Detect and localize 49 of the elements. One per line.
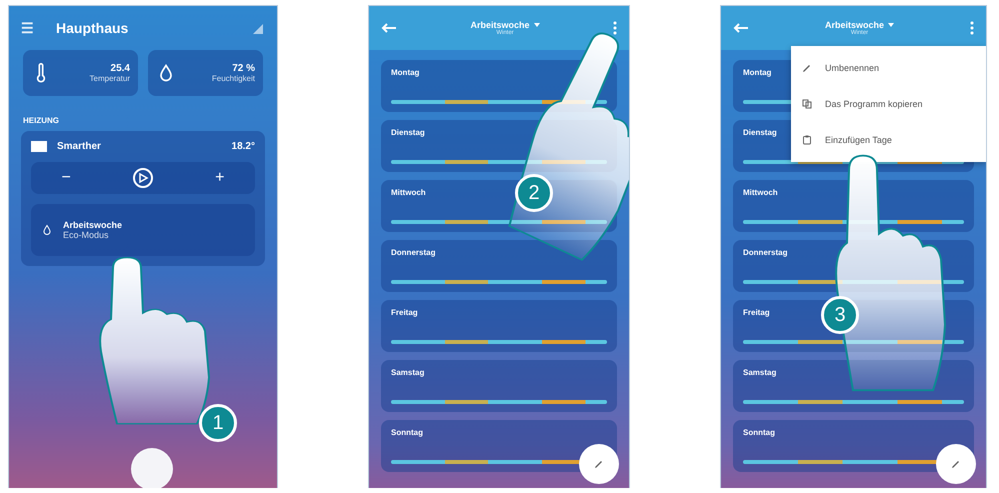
day-name: Mittwoch [391, 188, 426, 197]
program-card[interactable]: Arbeitswoche Eco-Modus [31, 204, 255, 256]
more-options-icon[interactable] [613, 21, 617, 35]
day-name: Montag [743, 68, 772, 77]
pencil-icon [593, 458, 605, 470]
day-name: Donnerstag [391, 248, 436, 257]
program-name: Arbeitswoche [63, 220, 122, 230]
copy-icon [801, 98, 813, 110]
dropdown-caret-icon[interactable] [534, 23, 540, 27]
sensor-label: Temperatur [90, 74, 130, 83]
day-name: Freitag [743, 308, 770, 317]
day-name: Montag [391, 68, 420, 77]
thermostat-icon [31, 141, 47, 152]
day-name: Donnerstag [743, 248, 788, 257]
dropdown-caret-icon[interactable] [888, 23, 894, 27]
home-title: Haupthaus [56, 20, 128, 36]
increase-button[interactable]: + [215, 169, 224, 187]
droplet-icon [41, 222, 53, 238]
step-number-badge: 1 [199, 404, 237, 442]
menu-item[interactable]: Das Programm kopieren [791, 86, 986, 122]
program-status: Eco-Modus [63, 230, 110, 240]
step-number-badge: 3 [821, 296, 859, 334]
pencil-icon [801, 62, 813, 74]
menu-item[interactable]: Umbenennen [791, 50, 986, 86]
more-options-icon[interactable] [970, 21, 974, 35]
day-name: Dienstag [391, 128, 425, 137]
day-name: Samstag [391, 368, 424, 377]
clipboard-icon [801, 134, 813, 146]
back-arrow-icon[interactable] [381, 23, 397, 33]
pencil-icon [950, 458, 962, 470]
day-name: Dienstag [743, 128, 777, 137]
sensor-value: 72 % [231, 63, 255, 74]
day-name: Freitag [391, 308, 418, 317]
floating-button[interactable] [131, 448, 173, 488]
day-name: Sonntag [743, 428, 775, 437]
menu-item[interactable]: Einzufügen Tage [791, 122, 986, 158]
edit-button[interactable] [579, 444, 619, 484]
edit-button[interactable] [936, 444, 976, 484]
section-heading: HEIZUNG [22, 115, 60, 127]
day-name: Samstag [743, 368, 776, 377]
sensor-value: 25.4 [110, 63, 130, 74]
day-name: Mittwoch [743, 188, 778, 197]
mode-icon[interactable] [132, 167, 154, 189]
thermostat-name: Smarther [57, 141, 101, 152]
decrease-button[interactable]: − [62, 169, 71, 187]
day-name: Sonntag [391, 428, 423, 437]
temperature-reading: 18.2° [232, 141, 255, 152]
sensor-label: Feuchtigkeit [212, 74, 255, 83]
back-arrow-icon[interactable] [733, 23, 749, 33]
